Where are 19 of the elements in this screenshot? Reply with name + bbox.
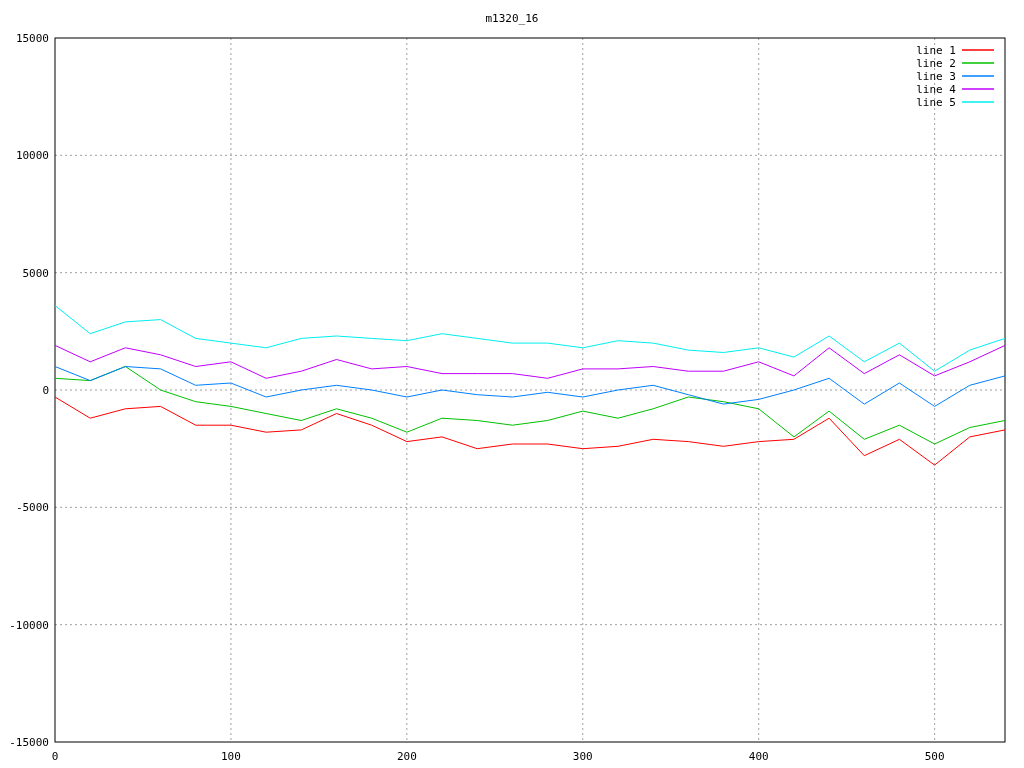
y-tick-label: -15000 <box>9 736 49 749</box>
y-tick-label: -5000 <box>15 501 49 515</box>
legend-label: line 3 <box>916 70 956 83</box>
x-tick-label: 0 <box>51 750 59 763</box>
y-tick-label: 5000 <box>22 266 49 280</box>
y-tick-label: 15000 <box>15 32 49 45</box>
x-tick-label: 400 <box>748 750 769 763</box>
x-tick-label: 200 <box>396 750 417 763</box>
legend-label: line 5 <box>916 96 956 109</box>
y-tick-label: 10000 <box>15 149 49 163</box>
legend-label: line 4 <box>916 83 956 96</box>
x-tick-label: 500 <box>924 750 945 763</box>
legend-label: line 1 <box>916 44 956 57</box>
x-tick-label: 100 <box>221 750 241 763</box>
legend-label: line 2 <box>916 57 956 70</box>
y-tick-label: 0 <box>42 384 49 397</box>
x-tick-label: 300 <box>572 750 593 763</box>
y-tick-label: -10000 <box>9 618 49 632</box>
chart-title: m1320_16 <box>485 12 539 25</box>
